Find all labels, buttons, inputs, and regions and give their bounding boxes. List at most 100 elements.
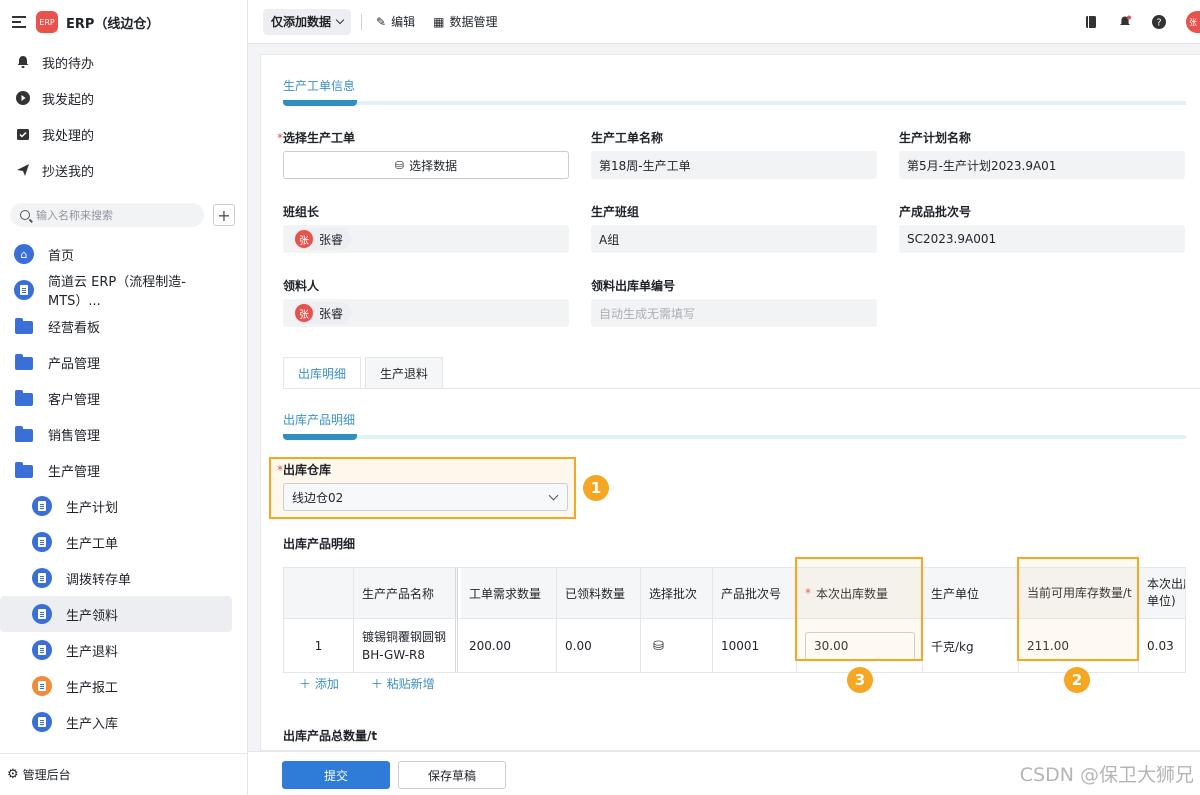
help-icon[interactable]: ? bbox=[1152, 15, 1166, 29]
data-manage-button[interactable]: ▦ 数据管理 bbox=[433, 13, 497, 30]
quick-item-todo[interactable]: 我的待办 bbox=[0, 44, 247, 80]
highlight-box-3 bbox=[795, 557, 923, 661]
header-batch-no: 产品批次号 bbox=[713, 568, 797, 618]
search-icon bbox=[20, 210, 30, 220]
cell-batch-no: 10001 bbox=[713, 619, 797, 672]
warehouse-label: *出库仓库 bbox=[277, 463, 332, 477]
subnav-item-report[interactable]: 生产报工 bbox=[0, 668, 232, 704]
header-index bbox=[284, 568, 354, 618]
save-draft-button[interactable]: 保存草稿 bbox=[398, 761, 506, 789]
subnav-item-stockin[interactable]: 生产入库 bbox=[0, 704, 232, 740]
sidebar-header: ERP ERP（线边仓） bbox=[0, 0, 247, 44]
mode-label: 仅添加数据 bbox=[271, 15, 332, 29]
callout-badge-3: 3 bbox=[847, 667, 873, 693]
notification-icon[interactable] bbox=[1118, 15, 1132, 29]
subnav-item-return[interactable]: 生产退料 bbox=[0, 632, 232, 668]
user-avatar-small: 张 bbox=[295, 304, 313, 322]
app-title: ERP（线边仓） bbox=[66, 16, 160, 32]
section-divider bbox=[283, 100, 1186, 106]
paste-add-button[interactable]: ＋ 粘贴新增 bbox=[371, 675, 451, 692]
form-card: 生产工单信息 *选择生产工单 ⛁ 选择数据 生产工单名称 第18周-生产工单 生… bbox=[260, 54, 1200, 751]
batch-label: 产成品批次号 bbox=[899, 205, 972, 219]
nav-label: 经营看板 bbox=[48, 320, 101, 336]
pencil-icon: ✎ bbox=[376, 14, 387, 29]
outbound-no-label: 领料出库单编号 bbox=[591, 279, 676, 293]
cell-cut: 0.03 bbox=[1139, 619, 1185, 672]
quick-label: 我发起的 bbox=[42, 92, 95, 108]
add-item-button[interactable]: + bbox=[213, 204, 235, 226]
header-picked-qty: 已领料数量 bbox=[557, 568, 641, 618]
subnav-label: 生产计划 bbox=[66, 500, 119, 516]
bell-icon bbox=[16, 55, 30, 69]
cell-product-name: 镀锡铜覆钢圆钢BH-GW-R8 bbox=[354, 619, 458, 672]
svg-text:?: ? bbox=[1156, 18, 1161, 29]
send-icon bbox=[16, 163, 30, 177]
nav-label: 生产管理 bbox=[48, 464, 101, 480]
user-chip: 张张睿 bbox=[293, 302, 352, 324]
warehouse-select[interactable]: 线边仓02 bbox=[283, 483, 568, 511]
subnav-item-plan[interactable]: 生产计划 bbox=[0, 488, 232, 524]
user-avatar[interactable]: 张 bbox=[1186, 11, 1200, 33]
nav-item-erp[interactable]: 简道云 ERP（流程制造-MTS）... bbox=[0, 272, 232, 309]
watermark: CSDN @保卫大狮兄 bbox=[1019, 764, 1194, 786]
user-chip: 张张睿 bbox=[293, 228, 352, 250]
nav-item-customer[interactable]: 客户管理 bbox=[0, 380, 232, 416]
quick-item-handled[interactable]: 我处理的 bbox=[0, 116, 247, 152]
nav-label: 客户管理 bbox=[48, 392, 101, 408]
header-cut: 本次出库单位) bbox=[1139, 568, 1185, 618]
nav-item-product[interactable]: 产品管理 bbox=[0, 344, 232, 380]
team-label: 生产班组 bbox=[591, 205, 640, 219]
picker-field: 张张睿 bbox=[283, 299, 569, 327]
cell-need-qty: 200.00 bbox=[461, 619, 557, 672]
quick-item-cc[interactable]: 抄送我的 bbox=[0, 152, 247, 188]
outbound-no-field: 自动生成无需填写 bbox=[591, 299, 877, 327]
nav-label: 销售管理 bbox=[48, 428, 101, 444]
menu-collapse-icon[interactable] bbox=[12, 16, 26, 28]
table-icon: ▦ bbox=[433, 14, 445, 29]
subnav-item-order[interactable]: 生产工单 bbox=[0, 524, 232, 560]
callout-badge-2: 2 bbox=[1064, 667, 1090, 693]
sidebar: ERP ERP（线边仓） 我的待办 我发起的 我处理的 抄送我的 输入名称来搜索… bbox=[0, 0, 248, 795]
nav-item-production[interactable]: 生产管理 bbox=[0, 452, 232, 488]
data-manage-label: 数据管理 bbox=[449, 15, 498, 29]
callout-badge-1: 1 bbox=[583, 475, 609, 501]
subnav-label: 生产工单 bbox=[66, 536, 119, 552]
plan-name-label: 生产计划名称 bbox=[899, 131, 972, 145]
order-name-label: 生产工单名称 bbox=[591, 131, 664, 145]
chevron-down-icon bbox=[335, 15, 345, 25]
nav-item-home[interactable]: ⌂ 首页 bbox=[0, 236, 232, 272]
quick-item-started[interactable]: 我发起的 bbox=[0, 80, 247, 116]
app-logo: ERP bbox=[36, 11, 58, 33]
mode-dropdown[interactable]: 仅添加数据 bbox=[263, 8, 352, 35]
table-actions: ＋ 添加 ＋ 粘贴新增 bbox=[299, 675, 467, 692]
report-icon bbox=[32, 676, 52, 696]
edit-button[interactable]: ✎ 编辑 bbox=[376, 13, 415, 30]
database-icon[interactable]: ⛁ bbox=[653, 639, 664, 654]
plan-name-field: 第5月-生产计划2023.9A01 bbox=[899, 151, 1185, 179]
picker-label: 领料人 bbox=[283, 279, 320, 293]
cell-select-batch[interactable]: ⛁ bbox=[641, 619, 713, 672]
batch-field: SC2023.9A001 bbox=[899, 225, 1185, 253]
select-data-button[interactable]: ⛁ 选择数据 bbox=[283, 151, 569, 179]
subnav-item-transfer[interactable]: 调拨转存单 bbox=[0, 560, 232, 596]
add-row-button[interactable]: ＋ 添加 bbox=[299, 675, 355, 692]
form-icon bbox=[32, 640, 52, 660]
admin-label: 管理后台 bbox=[22, 768, 71, 782]
submit-button[interactable]: 提交 bbox=[282, 761, 390, 789]
header-need-qty: 工单需求数量 bbox=[461, 568, 557, 618]
folder-icon bbox=[14, 388, 34, 408]
admin-console-link[interactable]: ⚙ 管理后台 bbox=[0, 753, 248, 795]
form-icon bbox=[32, 712, 52, 732]
notebook-icon[interactable] bbox=[1084, 15, 1098, 29]
search-input[interactable]: 输入名称来搜索 bbox=[10, 203, 204, 227]
nav-item-dashboard[interactable]: 经营看板 bbox=[0, 308, 232, 344]
user-avatar-small: 张 bbox=[295, 230, 313, 248]
total-qty-label: 出库产品总数量/t bbox=[283, 729, 378, 743]
subnav-item-picking[interactable]: 生产领料 bbox=[0, 596, 232, 632]
form-icon bbox=[32, 604, 52, 624]
quick-label: 我的待办 bbox=[42, 56, 95, 72]
tab-material-return[interactable]: 生产退料 bbox=[365, 357, 444, 389]
tab-outbound-detail[interactable]: 出库明细 bbox=[283, 357, 362, 389]
toolbar: 仅添加数据 ✎ 编辑 ▦ 数据管理 ? 张 bbox=[248, 0, 1200, 44]
nav-item-sales[interactable]: 销售管理 bbox=[0, 416, 232, 452]
